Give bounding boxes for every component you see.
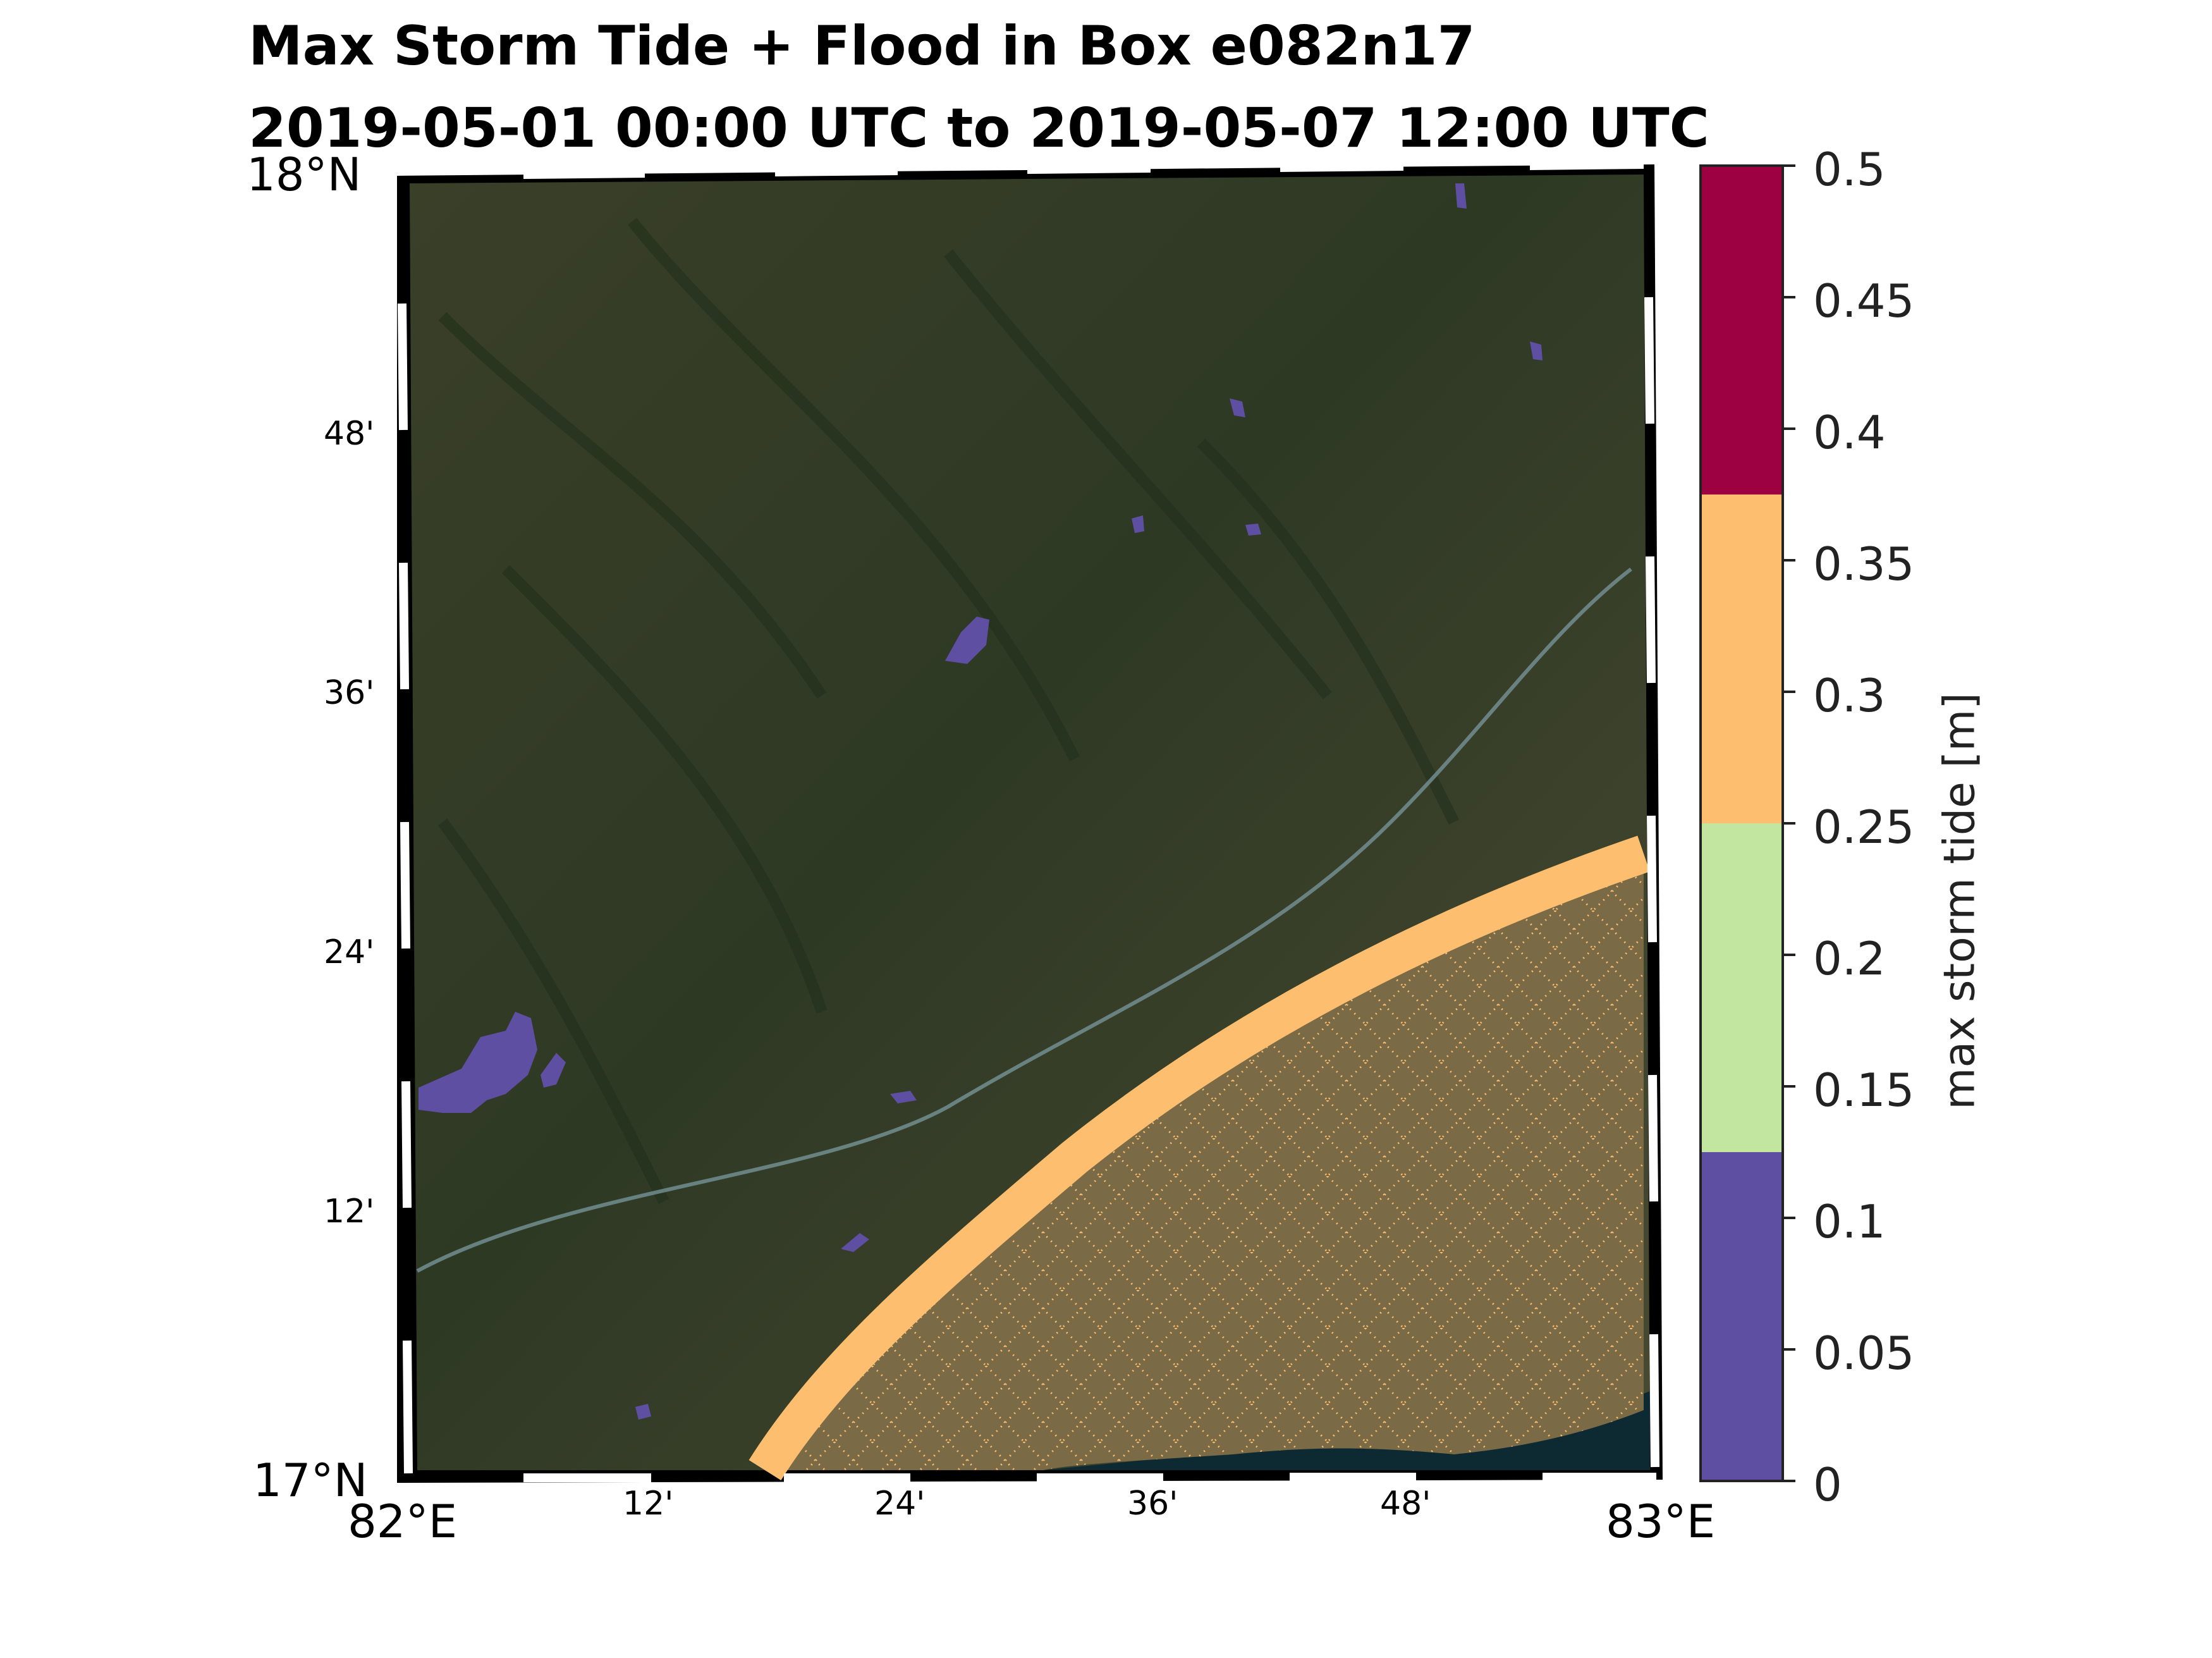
colorbar-tick-0: 0 [1813, 1458, 1842, 1511]
lat-label-48: 48' [324, 415, 375, 453]
colorbar-title: max storm tide [m] [1934, 692, 1985, 1110]
lon-label-24: 24' [874, 1485, 926, 1523]
figure: Max Storm Tide + Flood in Box e082n17 20… [0, 0, 2212, 1658]
colorbar-tick-0.15: 0.15 [1813, 1064, 1915, 1117]
lon-label-12: 12' [623, 1485, 674, 1523]
colorbar-tick-0.45: 0.45 [1813, 274, 1915, 328]
colorbar-tick-0.05: 0.05 [1813, 1327, 1915, 1380]
colorbar-bin-0-0.125 [1701, 1152, 1783, 1481]
lat-label-north: 18°N [247, 148, 362, 201]
colorbar-bin-0.375-0.5 [1701, 166, 1783, 494]
colorbar-tick-0.3: 0.3 [1813, 669, 1886, 722]
lon-label-36: 36' [1127, 1485, 1178, 1523]
colorbar-tick-0.5: 0.5 [1813, 143, 1886, 196]
lon-label-west: 82°E [348, 1495, 458, 1548]
lon-label-48: 48' [1380, 1485, 1431, 1523]
colorbar [1699, 164, 1795, 1482]
lon-label-east: 83°E [1606, 1495, 1716, 1548]
colorbar-bin-0.25-0.375 [1701, 494, 1783, 823]
colorbar-tick-0.35: 0.35 [1813, 537, 1915, 591]
colorbar-bin-0.125-0.25 [1701, 823, 1783, 1152]
colorbar-tick-0.2: 0.2 [1813, 932, 1886, 985]
lat-label-12: 12' [324, 1193, 375, 1231]
lat-label-36: 36' [324, 674, 375, 712]
lat-label-24: 24' [324, 933, 375, 971]
colorbar-tick-0.1: 0.1 [1813, 1195, 1886, 1248]
colorbar-tick-0.4: 0.4 [1813, 406, 1886, 459]
colorbar-tick-0.25: 0.25 [1813, 801, 1915, 854]
